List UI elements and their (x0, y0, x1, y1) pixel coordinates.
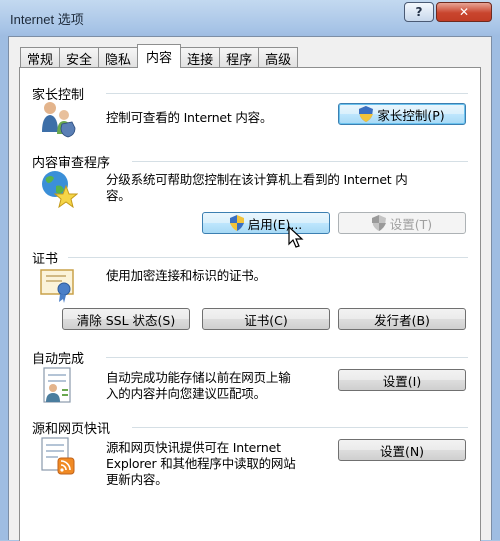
feeds-description-line3: 更新内容。 (106, 472, 168, 487)
content-advisor-description-line1: 分级系统可帮助您控制在该计算机上看到的 Internet 内 (106, 172, 408, 187)
title-bar[interactable]: Internet 选项 ? ✕ (0, 0, 500, 36)
feeds-rss-icon (41, 437, 75, 475)
autocomplete-form-icon (43, 367, 71, 403)
tab-advanced[interactable]: 高级 (258, 47, 299, 68)
content-advisor-settings-button[interactable]: 设置(T) (338, 212, 466, 234)
close-button[interactable]: ✕ (436, 2, 492, 22)
mouse-cursor-icon (288, 226, 304, 248)
content-advisor-description-line2: 容。 (106, 188, 131, 203)
feeds-description-line1: 源和网页快讯提供可在 Internet (106, 440, 281, 455)
publishers-button[interactable]: 发行者(B) (338, 308, 466, 330)
dialog-client-area: 常规 安全 隐私 内容 连接 程序 高级 家长控制 控制可查看的 Interne… (8, 36, 492, 541)
tab-strip: 常规 安全 隐私 内容 连接 程序 高级 (20, 44, 299, 68)
tab-security[interactable]: 安全 (59, 47, 100, 68)
feeds-description-line2: Explorer 和其他程序中读取的网站 (106, 456, 296, 471)
section-divider (106, 357, 468, 358)
autocomplete-heading: 自动完成 (32, 352, 85, 367)
uac-shield-icon (359, 106, 374, 122)
certificates-button[interactable]: 证书(C) (202, 308, 330, 330)
feeds-settings-button[interactable]: 设置(N) (338, 439, 466, 461)
help-button[interactable]: ? (404, 2, 434, 22)
certificate-icon (40, 269, 74, 303)
tab-general[interactable]: 常规 (20, 47, 61, 68)
window-title: Internet 选项 (10, 12, 84, 27)
autocomplete-description-line2: 入的内容并向您建议匹配项。 (106, 386, 266, 401)
clear-ssl-state-button[interactable]: 清除 SSL 状态(S) (62, 308, 190, 330)
certificates-description: 使用加密连接和标识的证书。 (106, 268, 266, 283)
content-advisor-settings-label: 设置(T) (389, 216, 433, 232)
feeds-heading: 源和网页快讯 (32, 422, 111, 437)
section-divider (132, 427, 468, 428)
tab-programs[interactable]: 程序 (219, 47, 260, 68)
content-advisor-globe-star-icon (42, 171, 78, 208)
uac-shield-icon (229, 215, 244, 231)
content-tab-page: 家长控制 控制可查看的 Internet 内容。 家长控制(P) 内容审查程序 … (19, 67, 481, 541)
section-divider (106, 93, 468, 94)
tab-privacy[interactable]: 隐私 (98, 47, 139, 68)
uac-shield-icon (371, 215, 386, 231)
parental-controls-description: 控制可查看的 Internet 内容。 (106, 110, 273, 125)
content-advisor-enable-button[interactable]: 启用(E)... (202, 212, 330, 234)
parental-controls-button[interactable]: 家长控制(P) (338, 103, 466, 125)
section-divider (68, 257, 468, 258)
parental-controls-button-label: 家长控制(P) (377, 107, 445, 123)
tab-connections[interactable]: 连接 (180, 47, 221, 68)
autocomplete-description-line1: 自动完成功能存储以前在网页上输 (106, 370, 291, 385)
parental-controls-icon (42, 102, 76, 138)
internet-options-window: Internet 选项 ? ✕ 常规 安全 隐私 内容 连接 程序 高级 家长控… (0, 0, 500, 541)
section-divider (132, 161, 468, 162)
tab-content[interactable]: 内容 (137, 44, 182, 68)
autocomplete-settings-button[interactable]: 设置(I) (338, 369, 466, 391)
